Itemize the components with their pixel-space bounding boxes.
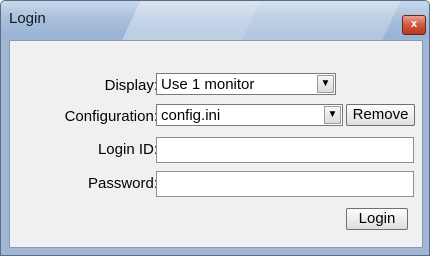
login-window: Login x Display: Use 1 monitor ▼ Configu… (0, 0, 430, 256)
remove-button[interactable]: Remove (346, 104, 415, 126)
password-label: Password: (87, 175, 158, 192)
configuration-label: Configuration: (64, 108, 158, 125)
password-row: Password: (10, 171, 422, 197)
close-button[interactable]: x (402, 15, 426, 35)
close-icon: x (410, 18, 418, 30)
login-id-input[interactable] (156, 137, 414, 163)
display-label: Display: (104, 77, 158, 94)
configuration-value: config.ini (161, 107, 221, 124)
dialog-body: Display: Use 1 monitor ▼ Configuration: … (9, 40, 423, 248)
configuration-select[interactable]: config.ini ▼ (156, 104, 343, 126)
chevron-down-icon[interactable]: ▼ (317, 75, 334, 93)
title-bar[interactable]: Login x (1, 1, 429, 51)
display-value: Use 1 monitor (161, 76, 255, 93)
window-title: Login (9, 10, 46, 27)
login-button[interactable]: Login (346, 208, 408, 230)
login-id-label: Login ID: (97, 141, 158, 158)
password-input[interactable] (156, 171, 414, 197)
configuration-row: Configuration: config.ini ▼ Remove (10, 104, 422, 130)
login-id-row: Login ID: (10, 137, 422, 163)
display-select[interactable]: Use 1 monitor ▼ (156, 73, 336, 95)
chevron-down-icon[interactable]: ▼ (324, 106, 341, 124)
display-row: Display: Use 1 monitor ▼ (10, 73, 422, 99)
